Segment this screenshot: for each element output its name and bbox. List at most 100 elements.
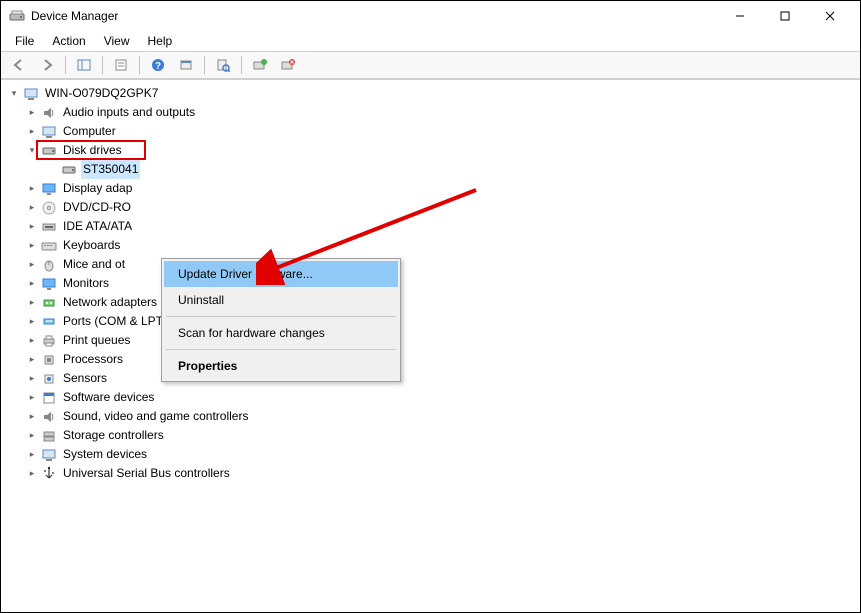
tree-item-disk-drive-entry[interactable]: ST350041 bbox=[3, 160, 858, 179]
app-icon bbox=[9, 8, 25, 24]
expand-icon[interactable]: ▸ bbox=[25, 372, 39, 386]
maximize-button[interactable] bbox=[762, 2, 807, 30]
menu-file[interactable]: File bbox=[7, 32, 42, 50]
minimize-button[interactable] bbox=[717, 2, 762, 30]
expand-icon[interactable]: ▸ bbox=[25, 315, 39, 329]
tree-item-keyboards[interactable]: ▸ Keyboards bbox=[3, 236, 858, 255]
tree-item-software-devices[interactable]: ▸ Software devices bbox=[3, 388, 858, 407]
device-tree: ▾ WIN-O079DQ2GPK7 ▸ Audio inputs and out… bbox=[3, 84, 858, 483]
tree-label: Universal Serial Bus controllers bbox=[61, 464, 232, 483]
expand-icon[interactable]: ▸ bbox=[25, 296, 39, 310]
expand-icon[interactable]: ▸ bbox=[25, 334, 39, 348]
tree-root[interactable]: ▾ WIN-O079DQ2GPK7 bbox=[3, 84, 858, 103]
tree-item-ports[interactable]: ▸ Ports (COM & LPT) bbox=[3, 312, 858, 331]
action-button[interactable] bbox=[174, 54, 198, 76]
menu-view[interactable]: View bbox=[96, 32, 138, 50]
menu-help[interactable]: Help bbox=[140, 32, 181, 50]
tree-item-computer[interactable]: ▸ Computer bbox=[3, 122, 858, 141]
tree-label: Monitors bbox=[61, 274, 111, 293]
tree-label: Sensors bbox=[61, 369, 109, 388]
ctx-scan[interactable]: Scan for hardware changes bbox=[164, 320, 398, 346]
computer-icon bbox=[23, 86, 39, 102]
tree-item-ide[interactable]: ▸ IDE ATA/ATA bbox=[3, 217, 858, 236]
tree-item-monitors[interactable]: ▸ Monitors bbox=[3, 274, 858, 293]
port-icon bbox=[41, 314, 57, 330]
expand-icon[interactable]: ▸ bbox=[25, 391, 39, 405]
disk-icon bbox=[61, 162, 77, 178]
uninstall-button[interactable] bbox=[276, 54, 300, 76]
tree-item-dvd[interactable]: ▸ DVD/CD-RO bbox=[3, 198, 858, 217]
usb-icon bbox=[41, 466, 57, 482]
expand-icon[interactable]: ▸ bbox=[25, 410, 39, 424]
expand-icon[interactable]: ▸ bbox=[25, 125, 39, 139]
keyboard-icon bbox=[41, 238, 57, 254]
tree-label: Software devices bbox=[61, 388, 156, 407]
expand-icon[interactable]: ▸ bbox=[25, 467, 39, 481]
tree-item-processors[interactable]: ▸ Processors bbox=[3, 350, 858, 369]
add-legacy-button[interactable] bbox=[248, 54, 272, 76]
monitor-icon bbox=[41, 276, 57, 292]
printer-icon bbox=[41, 333, 57, 349]
help-button[interactable]: ? bbox=[146, 54, 170, 76]
tree-root-label: WIN-O079DQ2GPK7 bbox=[43, 84, 160, 103]
tree-label: Mice and ot bbox=[61, 255, 127, 274]
expand-icon[interactable]: ▸ bbox=[25, 182, 39, 196]
tree-item-sensors[interactable]: ▸ Sensors bbox=[3, 369, 858, 388]
expand-icon[interactable]: ▾ bbox=[7, 87, 21, 101]
show-hide-tree-button[interactable] bbox=[72, 54, 96, 76]
ctx-separator bbox=[166, 316, 396, 317]
ctx-update-driver[interactable]: Update Driver Software... bbox=[164, 261, 398, 287]
tree-label: IDE ATA/ATA bbox=[61, 217, 134, 236]
expand-icon[interactable]: ▸ bbox=[25, 258, 39, 272]
dvd-icon bbox=[41, 200, 57, 216]
tree-item-disk-drives[interactable]: ▾ Disk drives bbox=[3, 141, 858, 160]
expand-icon[interactable]: ▸ bbox=[25, 106, 39, 120]
toolbar-separator bbox=[65, 56, 66, 74]
tree-label: Keyboards bbox=[61, 236, 122, 255]
close-button[interactable] bbox=[807, 2, 852, 30]
forward-button[interactable] bbox=[35, 54, 59, 76]
toolbar-separator bbox=[204, 56, 205, 74]
ctx-uninstall[interactable]: Uninstall bbox=[164, 287, 398, 313]
tree-label: Ports (COM & LPT) bbox=[61, 312, 169, 331]
scan-hardware-button[interactable] bbox=[211, 54, 235, 76]
sensor-icon bbox=[41, 371, 57, 387]
expand-icon[interactable]: ▸ bbox=[25, 239, 39, 253]
back-button[interactable] bbox=[7, 54, 31, 76]
tree-item-display-adapters[interactable]: ▸ Display adap bbox=[3, 179, 858, 198]
tree-label: Computer bbox=[61, 122, 118, 141]
expand-icon[interactable]: ▸ bbox=[25, 220, 39, 234]
svg-text:?: ? bbox=[155, 61, 161, 72]
tree-item-mice[interactable]: ▸ Mice and ot bbox=[3, 255, 858, 274]
menu-action[interactable]: Action bbox=[44, 32, 93, 50]
software-icon bbox=[41, 390, 57, 406]
system-icon bbox=[41, 447, 57, 463]
tree-label: Disk drives bbox=[61, 141, 124, 160]
tree-item-system-devices[interactable]: ▸ System devices bbox=[3, 445, 858, 464]
expand-icon[interactable]: ▾ bbox=[25, 144, 39, 158]
tree-item-print-queues[interactable]: ▸ Print queues bbox=[3, 331, 858, 350]
tree-item-sound[interactable]: ▸ Sound, video and game controllers bbox=[3, 407, 858, 426]
ctx-properties[interactable]: Properties bbox=[164, 353, 398, 379]
tree-label: DVD/CD-RO bbox=[61, 198, 133, 217]
toolbar-separator bbox=[139, 56, 140, 74]
expand-icon[interactable]: ▸ bbox=[25, 429, 39, 443]
properties-button[interactable] bbox=[109, 54, 133, 76]
expand-icon[interactable]: ▸ bbox=[25, 277, 39, 291]
tree-label: Audio inputs and outputs bbox=[61, 103, 197, 122]
storage-icon bbox=[41, 428, 57, 444]
device-tree-pane[interactable]: ▾ WIN-O079DQ2GPK7 ▸ Audio inputs and out… bbox=[1, 79, 860, 612]
expand-icon[interactable]: ▸ bbox=[25, 353, 39, 367]
disk-icon bbox=[41, 143, 57, 159]
tree-item-usb[interactable]: ▸ Universal Serial Bus controllers bbox=[3, 464, 858, 483]
expand-icon[interactable]: ▸ bbox=[25, 201, 39, 215]
menu-bar: File Action View Help bbox=[1, 31, 860, 51]
ctx-separator bbox=[166, 349, 396, 350]
expand-icon[interactable]: ▸ bbox=[25, 448, 39, 462]
sound-icon bbox=[41, 409, 57, 425]
tree-item-network[interactable]: ▸ Network adapters bbox=[3, 293, 858, 312]
tree-label: Processors bbox=[61, 350, 125, 369]
tree-item-storage[interactable]: ▸ Storage controllers bbox=[3, 426, 858, 445]
computer-icon bbox=[41, 124, 57, 140]
tree-item-audio[interactable]: ▸ Audio inputs and outputs bbox=[3, 103, 858, 122]
